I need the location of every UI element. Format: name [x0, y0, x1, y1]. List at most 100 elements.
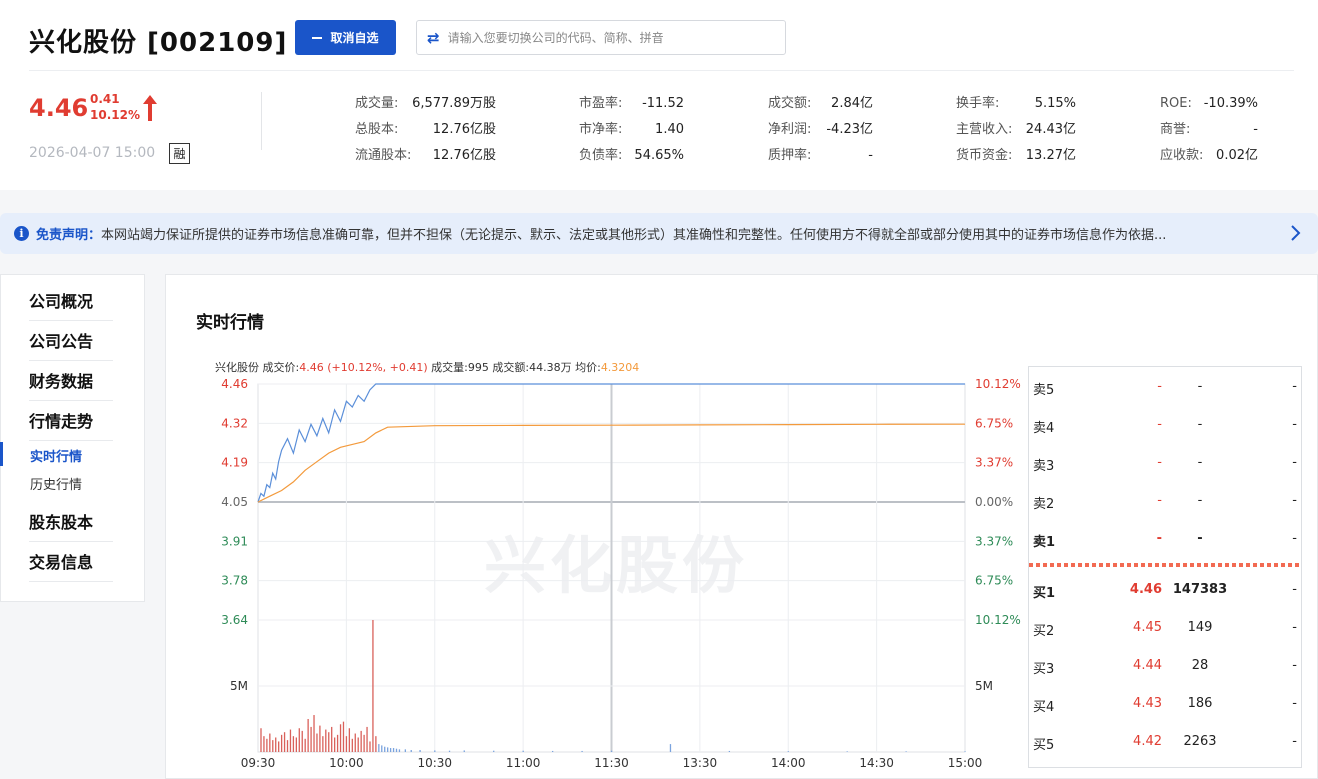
level-label: 买5 [1033, 738, 1055, 753]
metric-value: 24.43亿 [1025, 122, 1076, 137]
nav-market-trend[interactable]: 行情走势 [29, 408, 113, 441]
swap-icon: ⇄ [427, 28, 440, 47]
quote-datetime: 2026-04-07 15:00 [29, 145, 156, 161]
level-label: 买4 [1033, 700, 1055, 715]
level-label: 卖2 [1033, 497, 1055, 512]
disclaimer-text: 本网站竭力保证所提供的证券市场信息准确可靠，但并不担保（无论提示、默示、法定或其… [101, 228, 1167, 243]
up-arrow-icon [143, 95, 157, 121]
nav-financial-data[interactable]: 财务数据 [29, 368, 113, 401]
metric-value: 12.76亿股 [432, 148, 496, 163]
nav-company-announcements[interactable]: 公司公告 [29, 328, 113, 361]
legend-name: 兴化股份 [215, 361, 259, 374]
bid-row: 买3 4.44 28 - [1029, 656, 1301, 677]
level-extra: - [1292, 455, 1297, 470]
metric-label: 质押率: [768, 148, 812, 163]
metric-label: 应收款: [1160, 148, 1204, 163]
unfollow-button[interactable]: 取消自选 [295, 20, 396, 55]
metric-item: 换手率: 5.15% [956, 95, 1076, 113]
legend-avg-value: 4.3204 [600, 361, 640, 374]
watermark: 兴化股份 [484, 529, 749, 602]
level-price: - [1156, 531, 1162, 546]
level-price: - [1157, 379, 1162, 394]
level-label: 卖5 [1033, 383, 1055, 398]
metric-value: -4.23亿 [826, 122, 873, 137]
level-extra: - [1292, 620, 1297, 635]
level-volume: 147383 [1172, 582, 1228, 597]
ask-row: 卖1 - - - [1029, 529, 1301, 550]
metric-value: - [1253, 122, 1258, 137]
header-separator [261, 92, 262, 150]
metric-value: - [868, 148, 873, 163]
metric-item: 货币资金: 13.27亿 [956, 147, 1076, 165]
bid-row: 买2 4.45 149 - [1029, 618, 1301, 639]
level-extra: - [1292, 417, 1297, 432]
order-book-separator [1029, 563, 1301, 567]
margin-badge: 融 [169, 143, 190, 164]
chart-legend: 兴化股份 成交价:4.46 (+10.12%, +0.41) 成交量:995 成… [215, 359, 639, 375]
nav-realtime-quote[interactable]: 实时行情 [30, 446, 82, 465]
level-volume: - [1197, 493, 1203, 508]
metric-value: 6,577.89万股 [412, 96, 496, 111]
level-volume: 2263 [1183, 734, 1217, 749]
ask-row: 卖3 - - - [1029, 453, 1301, 474]
level-volume: 149 [1187, 620, 1213, 635]
level-price: - [1157, 455, 1162, 470]
metric-item: 质押率: - [768, 147, 873, 165]
level-price: 4.42 [1133, 734, 1162, 749]
level-extra: - [1292, 582, 1297, 597]
metric-label: ROE: [1160, 96, 1192, 111]
metric-item: 净利润: -4.23亿 [768, 121, 873, 139]
level-price: - [1157, 493, 1162, 508]
price-change-percent: 10.12% [90, 108, 140, 122]
level-price: 4.45 [1133, 620, 1162, 635]
disclaimer-bar: i 免责声明： 本网站竭力保证所提供的证券市场信息准确可靠，但并不担保（无论提示… [0, 213, 1318, 254]
bid-row: 买4 4.43 186 - [1029, 694, 1301, 715]
level-volume: 186 [1187, 696, 1213, 711]
level-price: 4.44 [1133, 658, 1162, 673]
search-input[interactable] [447, 30, 768, 45]
metric-label: 主营收入: [956, 122, 1013, 137]
chevron-right-icon[interactable] [1290, 224, 1302, 242]
stock-header: 兴化股份 [002109] 取消自选 ⇄ 4.46 0.41 10.12% 20… [0, 0, 1318, 190]
metric-label: 总股本: [355, 122, 399, 137]
nav-trading-info[interactable]: 交易信息 [29, 549, 113, 582]
level-label: 买2 [1033, 624, 1055, 639]
legend-amount-label: 成交额: [492, 361, 530, 374]
info-icon: i [14, 226, 29, 241]
metric-value: 13.27亿 [1025, 148, 1076, 163]
metric-item: 成交额: 2.84亿 [768, 95, 873, 113]
nav-shareholders[interactable]: 股东股本 [29, 509, 113, 542]
level-extra: - [1292, 734, 1297, 749]
level-extra: - [1292, 531, 1297, 546]
level-extra: - [1292, 696, 1297, 711]
ask-row: 卖2 - - - [1029, 491, 1301, 512]
metric-value: 5.15% [1034, 96, 1076, 111]
level-label: 卖3 [1033, 459, 1055, 474]
metric-label: 商誉: [1160, 122, 1191, 137]
disclaimer-title: 免责声明： [36, 228, 102, 243]
header-divider [29, 70, 1294, 71]
level-extra: - [1292, 658, 1297, 673]
metric-item: 市净率: 1.40 [579, 121, 684, 139]
level-volume: - [1197, 455, 1203, 470]
metric-item: 流通股本: 12.76亿股 [355, 147, 496, 165]
legend-price-label: 成交价: [262, 361, 300, 374]
metric-item: 应收款: 0.02亿 [1160, 147, 1258, 165]
level-label: 买1 [1033, 586, 1056, 601]
stock-search[interactable]: ⇄ [416, 20, 786, 55]
level-volume: 28 [1191, 658, 1209, 673]
nav-company-overview[interactable]: 公司概况 [29, 288, 113, 321]
metric-value: -10.39% [1203, 96, 1258, 111]
metric-value: 1.40 [655, 122, 684, 137]
unfollow-label: 取消自选 [330, 31, 379, 45]
metric-value: 2.84亿 [831, 96, 873, 111]
nav-history-quote[interactable]: 历史行情 [30, 474, 82, 493]
metric-item: 主营收入: 24.43亿 [956, 121, 1076, 139]
metric-label: 负债率: [579, 148, 623, 163]
panel-title: 实时行情 [196, 313, 264, 333]
level-volume: - [1197, 531, 1203, 546]
metric-label: 换手率: [956, 96, 1000, 111]
order-book: 卖5- - - 卖4- - - 卖3- - - 卖2- - - 卖1- - - 买1 4.46 147383- 买2… [1028, 366, 1302, 768]
metric-value: 12.76亿股 [432, 122, 496, 137]
level-label: 卖4 [1033, 421, 1055, 436]
